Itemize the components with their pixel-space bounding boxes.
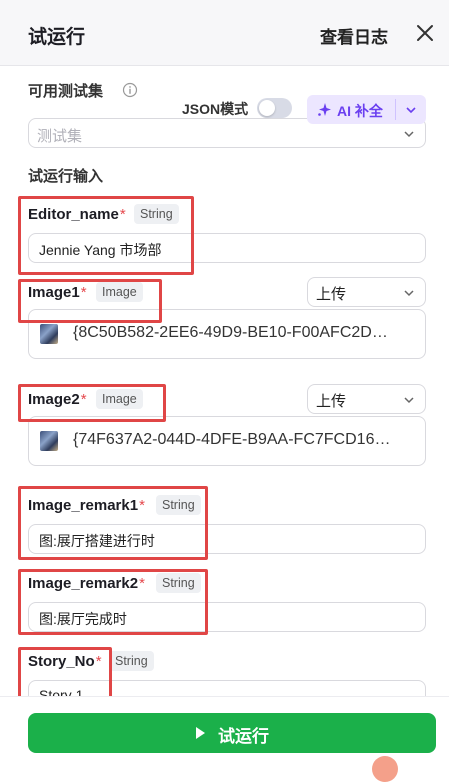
image2-mode-value: 上传 xyxy=(316,393,347,410)
required-marker: * xyxy=(80,284,87,301)
image-remark2-input[interactable]: 图:展厅完成时 xyxy=(28,602,426,632)
field-label-story-no: Story_No* xyxy=(28,653,102,670)
image-thumbnail xyxy=(40,431,58,451)
floating-avatar[interactable] xyxy=(372,756,398,782)
type-tag: Image xyxy=(96,389,143,409)
required-marker: * xyxy=(95,653,102,670)
field-name-text: Image_remark2 xyxy=(28,575,139,592)
panel-body[interactable]: 可用测试集 测试集 试运行输入 JSON模式 AI 补全 Editor_name… xyxy=(0,66,449,696)
image-remark2-value: 图:展厅完成时 xyxy=(39,611,127,627)
field-label-image1: Image1* xyxy=(28,284,87,301)
image1-mode-select[interactable]: 上传 xyxy=(307,277,426,307)
type-tag: String xyxy=(134,204,179,224)
chevron-down-icon xyxy=(404,131,414,138)
story-no-value: Story 1 xyxy=(39,687,84,696)
image2-filename: {74F637A2-044D-4DFE-B9AA-FC7FCD16… xyxy=(73,431,391,448)
chevron-down-icon xyxy=(404,290,414,297)
required-marker: * xyxy=(119,206,126,223)
test-set-label: 可用测试集 xyxy=(28,83,104,100)
image-remark1-value: 图:展厅搭建进行时 xyxy=(39,533,155,549)
view-log-link[interactable]: 查看日志 xyxy=(320,23,388,48)
chevron-down-icon xyxy=(406,107,416,114)
play-icon xyxy=(196,727,205,739)
ai-complete-button-group: AI 补全 xyxy=(307,95,426,124)
required-marker: * xyxy=(80,391,87,408)
field-name-text: Image1 xyxy=(28,284,80,301)
field-name-text: Image2 xyxy=(28,391,80,408)
image2-upload[interactable]: {74F637A2-044D-4DFE-B9AA-FC7FCD16… xyxy=(28,416,426,466)
image1-mode-value: 上传 xyxy=(316,286,347,303)
panel-footer: 试运行 xyxy=(0,696,449,764)
close-icon[interactable] xyxy=(414,22,436,44)
toggle-knob xyxy=(259,100,275,116)
panel-header: 试运行 查看日志 xyxy=(0,0,449,66)
image1-filename: {8C50B582-2EE6-49D9-BE10-F00AFC2D… xyxy=(73,324,388,341)
json-mode-toggle[interactable] xyxy=(257,98,292,118)
test-set-placeholder: 测试集 xyxy=(37,128,83,145)
test-run-label: 试运行 xyxy=(218,727,269,746)
type-tag: String xyxy=(156,573,201,593)
image-remark1-input[interactable]: 图:展厅搭建进行时 xyxy=(28,524,426,554)
type-tag: Image xyxy=(96,282,143,302)
editor-name-input[interactable]: Jennie Yang 市场部 xyxy=(28,233,426,263)
field-name-text: Editor_name xyxy=(28,206,119,223)
field-name-text: Image_remark1 xyxy=(28,497,139,514)
ai-complete-button[interactable]: AI 补全 xyxy=(307,95,395,124)
type-tag: String xyxy=(109,651,154,671)
panel-title: 试运行 xyxy=(28,27,86,48)
editor-name-value: Jennie Yang 市场部 xyxy=(39,242,162,258)
required-marker: * xyxy=(139,575,145,592)
field-label-editor-name: Editor_name* xyxy=(28,206,126,223)
field-name-text: Story_No xyxy=(28,653,95,670)
ai-complete-label: AI 补全 xyxy=(337,103,383,119)
story-no-input[interactable]: Story 1 xyxy=(28,680,426,696)
ai-options-dropdown[interactable] xyxy=(396,95,426,124)
field-label-image-remark1: Image_remark1* xyxy=(28,497,145,514)
image1-upload[interactable]: {8C50B582-2EE6-49D9-BE10-F00AFC2D… xyxy=(28,309,426,359)
image2-mode-select[interactable]: 上传 xyxy=(307,384,426,414)
info-icon xyxy=(122,82,138,98)
sparkle-icon xyxy=(318,103,331,116)
field-label-image-remark2: Image_remark2* xyxy=(28,575,145,592)
chevron-down-icon xyxy=(404,397,414,404)
type-tag: String xyxy=(156,495,201,515)
field-label-image2: Image2* xyxy=(28,391,87,408)
json-mode-label: JSON模式 xyxy=(182,101,249,117)
test-run-button[interactable]: 试运行 xyxy=(28,713,436,753)
run-input-label: 试运行输入 xyxy=(28,168,104,185)
required-marker: * xyxy=(139,497,145,514)
image-thumbnail xyxy=(40,324,58,344)
